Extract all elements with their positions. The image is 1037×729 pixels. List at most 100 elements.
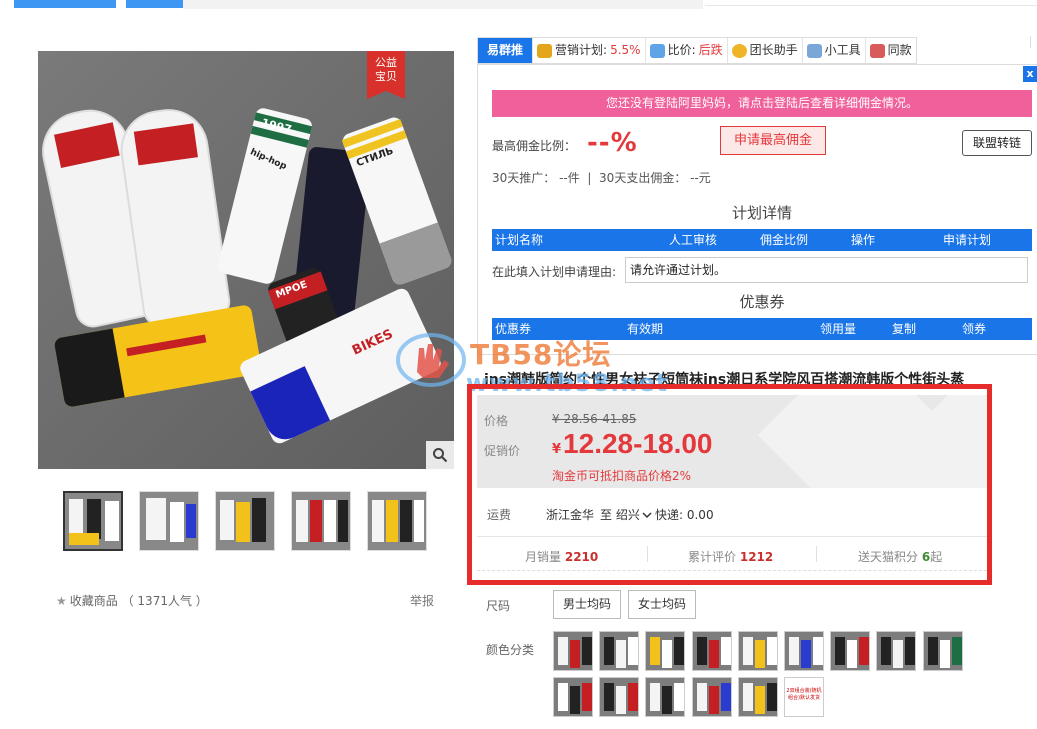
- alliance-link-button[interactable]: 联盟转链: [962, 130, 1032, 156]
- thumbnail-2[interactable]: [139, 491, 199, 551]
- tab-yiqun-label: 易群推: [487, 43, 524, 57]
- report-link[interactable]: 举报: [410, 592, 434, 609]
- promo-price: ¥12.28-18.00: [552, 428, 713, 460]
- review-count-label: 累计评价: [688, 550, 737, 564]
- favorite-popularity: （ 1371人气 ）: [121, 594, 208, 608]
- plan-header-action: 操作: [851, 233, 876, 247]
- color-swatch-13[interactable]: [691, 677, 732, 717]
- tab-tools-label: 小工具: [824, 43, 861, 57]
- tb58-logo-icon: [396, 333, 466, 387]
- coupon-header-claim: 领券: [962, 322, 987, 336]
- sales-stats: 月销量 2210 累计评价 1212 送天猫积分 6起: [477, 536, 987, 571]
- color-swatch-3[interactable]: [645, 631, 686, 671]
- top-nav-tab[interactable]: [126, 0, 183, 8]
- tab-marketing-value: 5.5%: [610, 43, 641, 57]
- max-rate-value: --%: [587, 128, 638, 158]
- chevron-down-icon: [642, 512, 652, 519]
- color-swatch-10[interactable]: [553, 677, 593, 717]
- charity-badge-text: 公益 宝贝: [375, 56, 397, 83]
- promo-price-label: 促销价: [484, 444, 521, 458]
- sock-bikes-text: BIKES: [350, 326, 396, 359]
- tmall-points-label: 送天猫积分: [858, 550, 919, 564]
- watermark-url: www.tb58.net: [466, 369, 669, 397]
- close-button[interactable]: x: [1023, 66, 1037, 82]
- stats-30-days: 30天推广： --件 | 30天支出佣金： --元: [492, 171, 711, 185]
- shipping-destination: 至 绍兴: [600, 508, 640, 522]
- color-swatch-9[interactable]: [922, 631, 963, 671]
- tmall-points: 送天猫积分 6起: [858, 548, 942, 565]
- color-label: 颜色分类: [486, 643, 535, 657]
- tab-yiqun[interactable]: 易群推: [478, 38, 534, 63]
- star-icon: ★: [56, 594, 67, 608]
- reason-label: 在此填入计划申请理由:: [492, 265, 617, 279]
- thumbnail-4[interactable]: [291, 491, 351, 551]
- favorite-label: 收藏商品: [69, 594, 118, 608]
- reason-input[interactable]: 请允许通过计划。: [625, 257, 1028, 283]
- coupon-header-copy: 复制: [892, 322, 917, 336]
- color-swatch-12[interactable]: [645, 677, 686, 717]
- plan-header-name: 计划名称: [495, 233, 544, 247]
- size-option-women[interactable]: 女士均码: [628, 590, 696, 619]
- magnifier-icon: [433, 448, 448, 463]
- color-swatch-4[interactable]: [691, 631, 732, 671]
- tab-price-value: 后跌: [698, 43, 723, 57]
- plan-section-title: 计划详情: [731, 204, 792, 222]
- color-swatch-8[interactable]: [876, 631, 917, 671]
- shipping-fee: 快递: 0.00: [655, 508, 714, 522]
- currency-symbol: ¥: [552, 442, 562, 457]
- tab-same-style[interactable]: 同款: [866, 38, 916, 63]
- tools-icon: [806, 43, 822, 58]
- tab-leader-helper[interactable]: 团长助手: [728, 38, 803, 63]
- zoom-button[interactable]: [426, 441, 454, 469]
- tmall-points-value: 6: [921, 550, 931, 564]
- thumbnail-5[interactable]: [367, 491, 427, 551]
- tab-leader-label: 团长助手: [749, 43, 798, 57]
- top-nav-tab-active[interactable]: [14, 0, 116, 8]
- monthly-sales-label: 月销量: [525, 550, 562, 564]
- login-notice[interactable]: 您还没有登陆阿里妈妈，请点击登陆后查看详细佣金情况。: [492, 90, 1032, 117]
- leader-icon: [731, 43, 747, 58]
- main-product-image[interactable]: 1997 hip-hop CTИЛЬ MPOE BIKES: [38, 51, 454, 469]
- original-price: ¥ 28.56-41.85: [552, 412, 637, 426]
- coupon-section-title: 优惠券: [739, 293, 785, 311]
- coupon-header-claimed: 领用量: [820, 322, 857, 336]
- shipping-label: 运费: [487, 508, 512, 522]
- monthly-sales-value: 2210: [564, 550, 599, 564]
- cart-icon: [649, 43, 665, 58]
- coins-icon: [537, 43, 553, 58]
- plan-header-apply: 申请计划: [943, 233, 992, 247]
- top-nav-right-edge: [705, 0, 1037, 6]
- plan-header-review: 人工审核: [669, 233, 718, 247]
- favorite-link[interactable]: ★ 收藏商品 （ 1371人气 ）: [56, 592, 208, 609]
- shipping-destination-select[interactable]: 至 绍兴: [600, 506, 652, 523]
- watermark-text: TB58论坛: [470, 338, 612, 371]
- tab-tools[interactable]: 小工具: [803, 38, 866, 63]
- page-scroll-edge: [1030, 36, 1037, 48]
- plugin-tabbar: 易群推 营销计划: 5.5% 比价: 后跌 团长助手 小工具 同款: [477, 37, 917, 64]
- color-swatch-11[interactable]: [599, 677, 640, 717]
- color-swatch-7[interactable]: [830, 631, 871, 671]
- charity-badge: 公益 宝贝: [367, 51, 405, 99]
- tab-same-label: 同款: [887, 43, 912, 57]
- color-swatch-5[interactable]: [737, 631, 778, 671]
- size-option-men[interactable]: 男士均码: [553, 590, 621, 619]
- plan-header-rate: 佣金比例: [760, 233, 809, 247]
- color-swatch-2[interactable]: [599, 631, 640, 671]
- shipping-from: 浙江金华: [546, 508, 595, 522]
- tab-price-compare[interactable]: 比价: 后跌: [646, 38, 728, 63]
- top-nav-strip: [0, 0, 1037, 10]
- max-rate-label: 最高佣金比例：: [492, 139, 577, 153]
- color-swatch-6[interactable]: [784, 631, 824, 671]
- thumbnail-3[interactable]: [215, 491, 275, 551]
- size-label: 尺码: [486, 599, 511, 613]
- tab-marketing-plan[interactable]: 营销计划: 5.5%: [533, 38, 646, 63]
- color-swatch-14[interactable]: [737, 677, 778, 717]
- thumbnail-1[interactable]: [63, 491, 123, 551]
- promo-price-value: 12.28-18.00: [563, 428, 713, 459]
- tab-marketing-label: 营销计划:: [555, 43, 608, 57]
- plan-table-header: 计划名称 人工审核 佣金比例 操作 申请计划: [492, 229, 1032, 251]
- review-count[interactable]: 累计评价 1212: [688, 548, 773, 565]
- color-swatch-combo[interactable]: 2双组合装(随机组合)默认发货: [784, 677, 824, 717]
- apply-max-commission-button[interactable]: 申请最高佣金: [720, 126, 826, 155]
- color-swatch-1[interactable]: [553, 631, 593, 671]
